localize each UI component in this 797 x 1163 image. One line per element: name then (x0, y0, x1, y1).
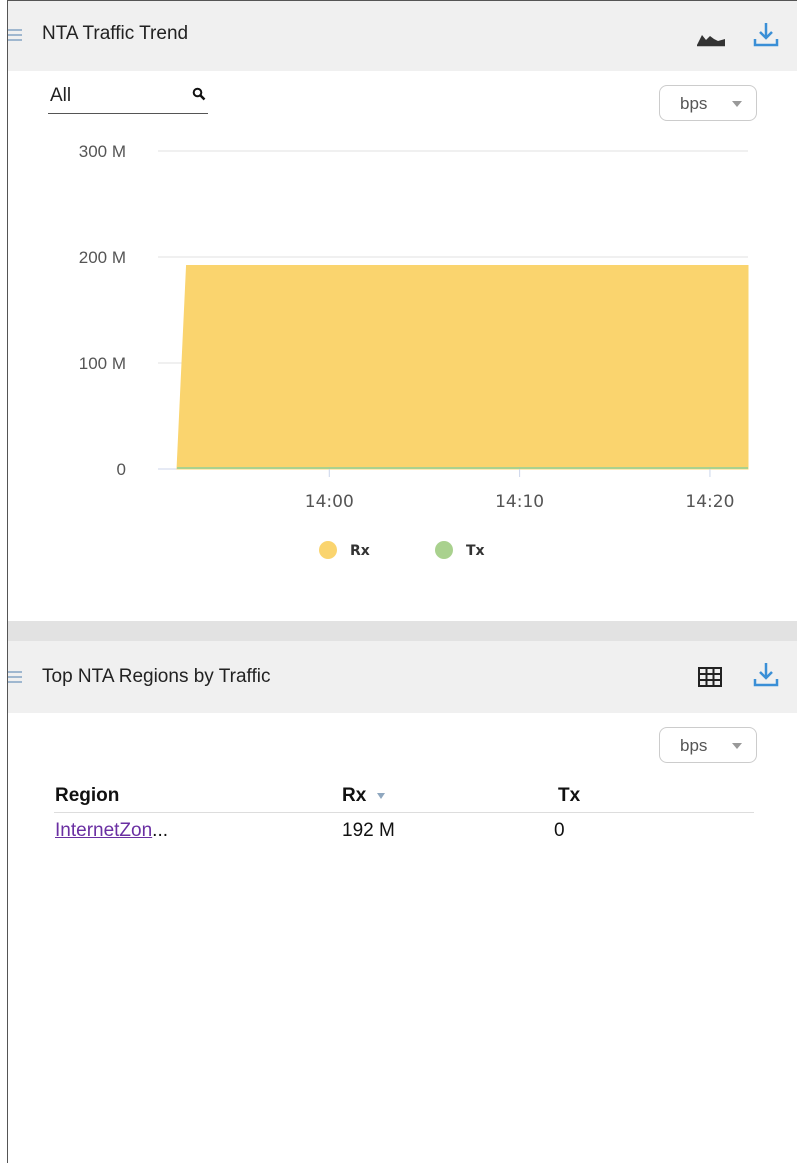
chevron-down-icon (732, 743, 742, 749)
regions-panel-title: Top NTA Regions by Traffic (42, 666, 271, 687)
region-cell: InternetZon... (55, 820, 168, 842)
table-icon[interactable] (698, 667, 722, 692)
legend-label: Tx (466, 543, 485, 559)
search-icon[interactable] (192, 87, 206, 106)
y-tick-label: 200 M (79, 248, 126, 267)
dashboard-frame: NTA Traffic Trend All bps 300 M 200 M 10… (7, 0, 797, 1163)
traffic-trend-chart: 300 M 200 M 100 M 0 14:00 14:10 14:20 Rx Tx (79, 142, 749, 559)
rx-area (176, 264, 749, 470)
download-icon[interactable] (753, 661, 779, 694)
column-header-rx[interactable]: Rx (342, 785, 385, 807)
x-tick-label: 14:00 (305, 492, 354, 512)
regions-panel-header: Top NTA Regions by Traffic (8, 641, 797, 713)
legend-swatch (435, 541, 453, 559)
selector-value: All (50, 85, 72, 106)
x-tick-label: 14:10 (495, 492, 544, 512)
column-header-rx-label: Rx (342, 785, 367, 806)
regions-unit-label: bps (680, 736, 708, 755)
regions-unit-dropdown[interactable]: bps (659, 727, 757, 763)
column-header-tx[interactable]: Tx (558, 785, 580, 807)
download-icon[interactable] (753, 21, 779, 54)
area-chart-icon[interactable] (696, 27, 726, 52)
trend-unit-dropdown[interactable]: bps (659, 85, 757, 121)
region-selector[interactable]: All (48, 83, 208, 114)
legend-label: Rx (350, 543, 370, 559)
menu-icon[interactable] (8, 671, 24, 683)
table-header-divider (54, 812, 754, 813)
trend-panel-title: NTA Traffic Trend (42, 23, 189, 44)
region-ellipsis: ... (152, 820, 169, 841)
y-tick-label: 300 M (79, 142, 126, 161)
region-link[interactable]: InternetZon (55, 820, 152, 841)
sort-desc-icon (376, 792, 385, 799)
y-tick-label: 0 (117, 460, 126, 479)
chevron-down-icon (732, 101, 742, 107)
menu-icon[interactable] (8, 29, 24, 41)
x-tick-label: 14:20 (685, 492, 734, 512)
trend-unit-label: bps (680, 94, 708, 113)
trend-panel-header: NTA Traffic Trend (8, 1, 797, 71)
y-tick-label: 100 M (79, 354, 126, 373)
column-header-region[interactable]: Region (55, 785, 119, 807)
rx-cell: 192 M (342, 820, 395, 841)
panel-divider (8, 621, 797, 641)
tx-cell: 0 (554, 820, 565, 841)
legend-swatch (319, 541, 337, 559)
